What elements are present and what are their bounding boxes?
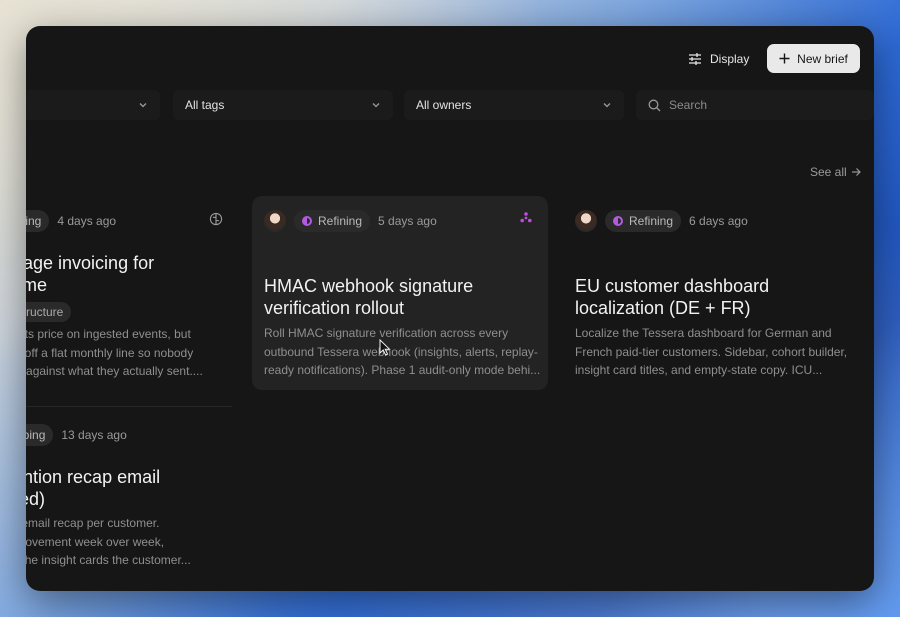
plus-icon	[779, 53, 790, 64]
card-desc-line: outbound Tessera webhook (insights, aler…	[264, 344, 538, 359]
filter-dropdown-owners[interactable]: All owners	[404, 90, 624, 120]
status-label: Refining	[629, 214, 674, 228]
card-title: HMAC webhook signature verification roll…	[264, 275, 473, 319]
card-title-line: verification rollout	[264, 298, 405, 318]
brief-card[interactable]: ining 4 days ago -usage invoicing for pl…	[26, 196, 240, 396]
refining-status-icon	[302, 216, 312, 226]
brain-icon	[209, 212, 223, 226]
card-title-line: localization (DE + FR)	[575, 298, 751, 318]
card-description: ntracts price on ingested events, but ru…	[26, 325, 203, 381]
app-window: Display New brief All tags All owners Se…	[26, 26, 874, 591]
card-description: tten email recap per customer. ort movem…	[26, 514, 191, 570]
card-title: EU customer dashboard localization (DE +…	[575, 275, 769, 319]
chevron-down-icon	[139, 103, 147, 108]
chevron-down-icon	[372, 103, 380, 108]
status-badge: Refining	[294, 210, 371, 232]
search-icon	[648, 99, 661, 111]
status-badge: ining	[26, 210, 50, 232]
status-badge: pping	[26, 424, 54, 446]
filter-owners-label: All owners	[416, 98, 472, 112]
brief-card[interactable]: Refining 6 days ago EU customer dashboar…	[563, 196, 863, 390]
card-title-line: HMAC webhook signature	[264, 276, 474, 296]
new-brief-button[interactable]: New brief	[767, 44, 860, 73]
card-meta: Refining 5 days ago	[264, 210, 437, 232]
display-button[interactable]: Display	[676, 44, 761, 74]
card-description: Localize the Tessera dashboard for Germa…	[575, 324, 847, 380]
status-badge: Refining	[605, 210, 682, 232]
filter-dropdown-tags[interactable]: All tags	[173, 90, 393, 120]
tag-label: rastructure	[26, 305, 64, 319]
filter-dropdown-first[interactable]	[26, 90, 160, 120]
card-age: 4 days ago	[57, 214, 117, 228]
avatar	[575, 210, 597, 232]
search-placeholder: Search	[669, 98, 708, 112]
card-desc-line: Localize the Tessera dashboard for Germa…	[575, 326, 832, 340]
arrow-right-icon	[851, 168, 861, 176]
brief-card[interactable]: Refining 5 days ago HMAC webhook signatu…	[252, 196, 548, 390]
status-label: pping	[26, 428, 46, 442]
chevron-down-icon	[603, 103, 611, 108]
card-desc-line: Roll HMAC signature verification across …	[264, 326, 509, 340]
card-age: 5 days ago	[378, 214, 437, 228]
card-meta: pping 13 days ago	[26, 424, 127, 446]
card-age: 13 days ago	[61, 428, 127, 442]
filter-bar: All tags All owners Search	[26, 90, 874, 120]
card-description: Roll HMAC signature verification across …	[264, 324, 540, 380]
avatar	[264, 210, 286, 232]
new-brief-label: New brief	[797, 51, 848, 66]
status-label: Refining	[318, 214, 363, 228]
card-meta: Refining 6 days ago	[575, 210, 748, 232]
card-title-line: plume	[26, 275, 48, 295]
row-divider	[26, 406, 232, 407]
refining-status-icon	[613, 216, 623, 226]
filter-tags-label: All tags	[185, 98, 225, 112]
card-title-line: EU customer dashboard	[575, 276, 770, 296]
see-all-label: See all	[810, 165, 847, 179]
card-desc-line: ort movement week over week,	[26, 534, 165, 549]
card-desc-line: French paid-tier customers. Sidebar, coh…	[575, 344, 848, 359]
card-age: 6 days ago	[689, 214, 748, 228]
card-title: etention recap email rated)	[26, 466, 160, 510]
card-meta: ining 4 days ago	[26, 210, 116, 232]
status-label: ining	[26, 214, 42, 228]
card-title-line: -usage invoicing for	[26, 253, 155, 273]
card-title-line: etention recap email	[26, 467, 161, 487]
sliders-icon	[689, 53, 701, 65]
mouse-cursor-icon	[379, 339, 391, 356]
card-desc-line: ntracts price on ingested events, but	[26, 327, 191, 341]
card-desc-line: runs off a flat monthly line so nobody	[26, 345, 194, 360]
display-label: Display	[710, 52, 750, 66]
see-all-link[interactable]: See all	[810, 165, 861, 179]
card-title-line: rated)	[26, 489, 46, 509]
sparkle-icon[interactable]	[519, 211, 533, 225]
card-title: -usage invoicing for plume	[26, 252, 154, 296]
card-desc-line: insight card titles, and empty-state cop…	[575, 363, 823, 377]
search-input[interactable]: Search	[636, 90, 874, 120]
card-desc-line: a bill against what they actually sent..…	[26, 364, 203, 378]
tag-pill: rastructure	[26, 302, 72, 322]
card-desc-line: tten email recap per customer.	[26, 516, 160, 530]
card-desc-line: and the insight cards the customer...	[26, 553, 191, 567]
brief-card[interactable]: pping 13 days ago etention recap email r…	[26, 410, 240, 590]
card-desc-line: ready notifications). Phase 1 audit-only…	[264, 363, 541, 377]
